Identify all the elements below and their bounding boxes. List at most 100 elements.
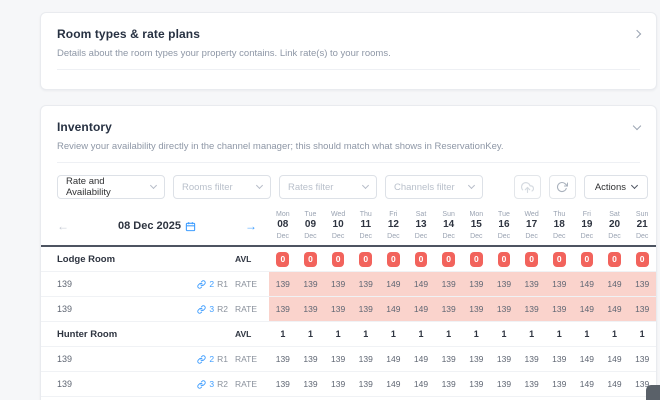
refresh-button[interactable] [549,175,576,199]
channels-filter-select[interactable]: Channels filter [385,175,483,199]
rate-cell[interactable]: 139 [435,354,463,364]
channel-links[interactable]: 3R2 [197,379,228,389]
rate-cell[interactable]: 139 [518,379,546,389]
rate-cell[interactable]: 139 [545,279,573,289]
availability-cell[interactable]: 1 [518,329,546,339]
availability-cell[interactable]: 1 [573,329,601,339]
rate-cell[interactable]: 149 [601,354,629,364]
rate-cell[interactable]: 139 [297,354,325,364]
rate-cell[interactable]: 139 [297,279,325,289]
rate-cell[interactable]: 149 [407,279,435,289]
rate-cell[interactable]: 139 [628,354,656,364]
availability-cell[interactable]: 0 [435,252,463,268]
channel-links[interactable]: 2R1 [197,279,228,289]
rooms-filter-select[interactable]: Rooms filter [173,175,271,199]
availability-cell[interactable]: 1 [601,329,629,339]
upload-button[interactable] [514,175,541,199]
date-picker[interactable]: 08 Dec 2025 [118,220,196,232]
rate-cell[interactable]: 139 [518,354,546,364]
rate-cell[interactable]: 149 [601,379,629,389]
availability-cell[interactable]: 0 [324,252,352,268]
rate-cell[interactable]: 139 [628,279,656,289]
rate-cell[interactable]: 139 [324,279,352,289]
rate-cell[interactable]: 139 [297,304,325,314]
rate-cell[interactable]: 139 [435,279,463,289]
availability-cell[interactable]: 0 [518,252,546,268]
rate-cell[interactable]: 139 [352,379,380,389]
rate-cell[interactable]: 139 [628,304,656,314]
availability-cell[interactable]: 1 [297,329,325,339]
rate-cell[interactable]: 139 [462,379,490,389]
availability-cell[interactable]: 0 [545,252,573,268]
availability-cell[interactable]: 1 [628,329,656,339]
rate-cell[interactable]: 139 [545,304,573,314]
rate-cell[interactable]: 139 [462,279,490,289]
rate-cell[interactable]: 149 [407,354,435,364]
rate-cell[interactable]: 139 [545,354,573,364]
rate-cell[interactable]: 139 [490,279,518,289]
chevron-down-icon[interactable] [633,121,641,129]
rate-cell[interactable]: 149 [380,354,408,364]
availability-cell[interactable]: 0 [352,252,380,268]
availability-cell[interactable]: 0 [462,252,490,268]
rate-cell[interactable]: 139 [462,304,490,314]
rate-cell[interactable]: 149 [573,279,601,289]
channel-links[interactable]: 3R2 [197,304,228,314]
scroll-corner-button[interactable] [646,385,660,400]
availability-cell[interactable]: 1 [545,329,573,339]
rate-cell[interactable]: 139 [352,304,380,314]
rate-cell[interactable]: 139 [545,379,573,389]
rate-cell[interactable]: 139 [352,354,380,364]
rate-cell[interactable]: 139 [490,379,518,389]
rate-cell[interactable]: 139 [269,354,297,364]
rate-cell[interactable]: 149 [601,279,629,289]
availability-cell[interactable]: 1 [435,329,463,339]
rate-cell[interactable]: 149 [380,379,408,389]
availability-cell[interactable]: 0 [573,252,601,268]
availability-cell[interactable]: 0 [490,252,518,268]
actions-button[interactable]: Actions [584,175,648,199]
availability-cell[interactable]: 1 [352,329,380,339]
rate-cell[interactable]: 149 [407,379,435,389]
next-period-arrow[interactable]: → [245,220,257,232]
availability-cell[interactable]: 0 [297,252,325,268]
rate-cell[interactable]: 139 [324,304,352,314]
availability-cell[interactable]: 0 [628,252,656,268]
channel-links[interactable]: 2R1 [197,354,228,364]
rate-cell[interactable]: 139 [435,304,463,314]
rate-cell[interactable]: 149 [380,304,408,314]
chevron-right-icon[interactable] [633,30,641,38]
availability-cell[interactable]: 1 [269,329,297,339]
availability-cell[interactable]: 1 [380,329,408,339]
rate-cell[interactable]: 149 [380,279,408,289]
rate-cell[interactable]: 139 [490,354,518,364]
rate-cell[interactable]: 149 [573,354,601,364]
rate-cell[interactable]: 139 [490,304,518,314]
rate-cell[interactable]: 139 [518,304,546,314]
rate-cell[interactable]: 139 [435,379,463,389]
rate-cell[interactable]: 149 [573,304,601,314]
rate-cell[interactable]: 149 [601,304,629,314]
availability-cell[interactable]: 1 [462,329,490,339]
availability-cell[interactable]: 0 [601,252,629,268]
rate-cell[interactable]: 139 [518,279,546,289]
rate-cell[interactable]: 139 [352,279,380,289]
rate-cell[interactable]: 139 [297,379,325,389]
rate-cell[interactable]: 139 [269,379,297,389]
rates-filter-select[interactable]: Rates filter [279,175,377,199]
availability-cell[interactable]: 0 [380,252,408,268]
rate-cell[interactable]: 139 [462,354,490,364]
prev-period-arrow[interactable]: ← [57,220,69,232]
availability-cell[interactable]: 0 [407,252,435,268]
availability-cell[interactable]: 0 [269,252,297,268]
rate-cell[interactable]: 139 [269,304,297,314]
rate-cell[interactable]: 139 [324,354,352,364]
availability-cell[interactable]: 1 [490,329,518,339]
availability-cell[interactable]: 1 [407,329,435,339]
rate-cell[interactable]: 149 [407,304,435,314]
view-mode-select[interactable]: Rate and Availability [57,175,165,199]
rate-cell[interactable]: 149 [573,379,601,389]
availability-cell[interactable]: 1 [324,329,352,339]
rate-cell[interactable]: 139 [269,279,297,289]
rate-cell[interactable]: 139 [324,379,352,389]
